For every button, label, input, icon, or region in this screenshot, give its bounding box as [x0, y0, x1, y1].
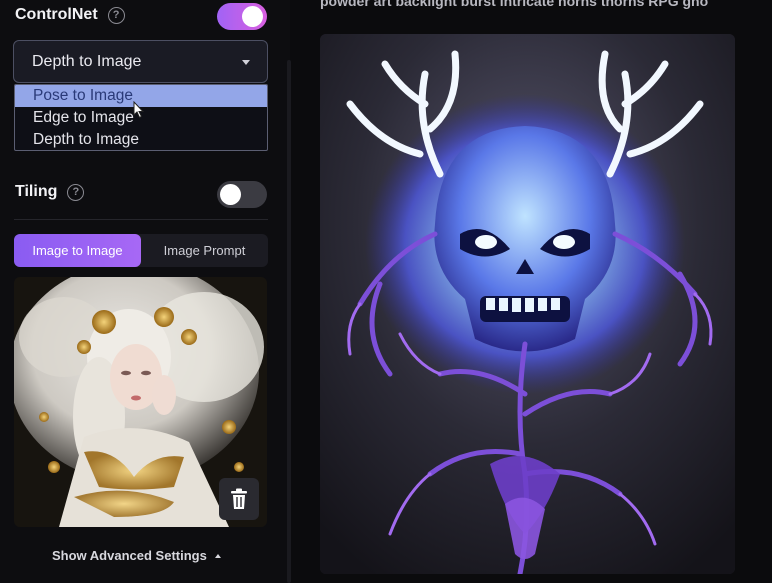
image-mode-tabs: Image to Image Image Prompt [14, 234, 268, 267]
generated-image[interactable] [320, 34, 735, 574]
chevron-down-icon [242, 60, 250, 65]
tiling-header: Tiling ? [15, 183, 85, 201]
delete-image-button[interactable] [219, 478, 259, 520]
controlnet-label: ControlNet [15, 6, 98, 23]
tiling-toggle[interactable] [217, 181, 267, 208]
skull-artwork [320, 34, 735, 574]
show-advanced-settings-button[interactable]: Show Advanced Settings [52, 548, 221, 563]
controlnet-mode-select[interactable]: Depth to Image [13, 40, 268, 83]
prompt-text: powder art backlight burst intricate hor… [320, 0, 709, 9]
trash-icon [231, 488, 247, 509]
toggle-knob [220, 184, 241, 205]
chevron-up-icon [214, 553, 221, 558]
question-circle-icon[interactable]: ? [107, 6, 125, 24]
option-depth-to-image[interactable]: Depth to Image [15, 129, 267, 150]
tab-image-prompt[interactable]: Image Prompt [141, 234, 268, 267]
toggle-knob [242, 6, 263, 27]
tiling-label: Tiling [15, 183, 58, 200]
divider [14, 219, 268, 220]
controlnet-toggle[interactable] [217, 3, 267, 30]
controlnet-header: ControlNet ? [15, 6, 125, 24]
mouse-cursor-icon [133, 101, 145, 119]
settings-panel: ControlNet ? Depth to Image Pose to Imag… [0, 0, 290, 583]
panel-scrollbar[interactable] [287, 60, 291, 583]
question-circle-icon[interactable]: ? [67, 183, 85, 201]
tab-image-to-image[interactable]: Image to Image [14, 234, 141, 267]
advanced-label: Show Advanced Settings [52, 548, 207, 563]
select-value: Depth to Image [32, 52, 142, 70]
